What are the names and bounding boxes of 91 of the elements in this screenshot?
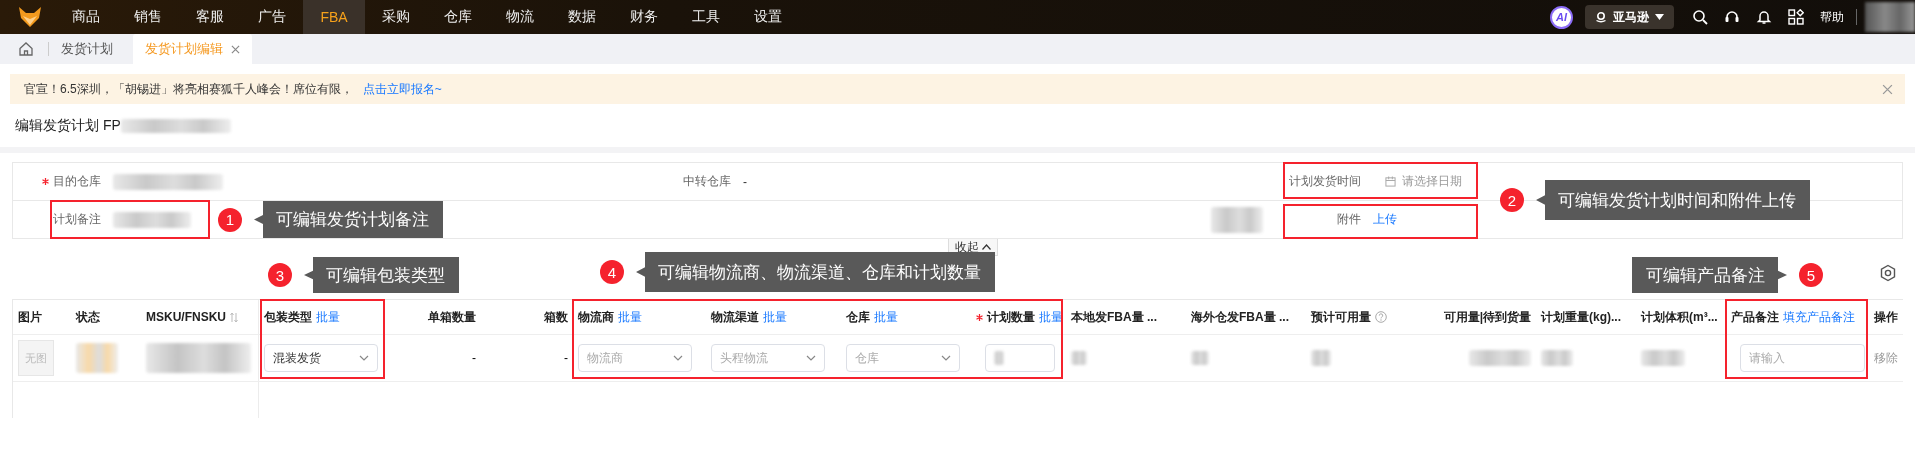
callout-tooltip: 可编辑发货计划时间和附件上传 <box>1536 180 1810 220</box>
upload-link[interactable]: 上传 <box>1373 211 1397 228</box>
quantity-field[interactable] <box>985 344 1055 372</box>
field-label: 目的仓库 <box>53 173 101 190</box>
field-label: 附件 <box>1337 211 1361 228</box>
page-tab[interactable]: 发货计划 <box>49 34 125 64</box>
blurred-value <box>1211 206 1263 233</box>
platform-selector[interactable]: 亚马逊 <box>1585 5 1674 29</box>
column-header: 箱数 <box>544 308 568 326</box>
caret-up-icon <box>981 244 991 250</box>
callout-tooltip: 可编辑发货计划备注 <box>254 201 443 238</box>
nav-menu-item[interactable]: 设置 <box>737 0 799 34</box>
note-input[interactable]: 请输入 <box>1740 344 1865 372</box>
step-number: 1 <box>218 207 242 232</box>
user-avatar[interactable] <box>1865 2 1915 32</box>
nav-menu-item[interactable]: 数据 <box>551 0 613 34</box>
nav-menu-item[interactable]: FBA <box>303 0 365 34</box>
column-header: 图片 <box>18 308 42 326</box>
table-cell: - <box>472 351 476 365</box>
blurred-value <box>1541 350 1573 366</box>
chevron-down-icon <box>673 355 683 361</box>
step-number: 3 <box>268 263 292 287</box>
batch-link[interactable]: 批量 <box>1039 308 1063 326</box>
nav-menu-item[interactable]: 客服 <box>179 0 241 34</box>
nav-menu-item[interactable]: 销售 <box>117 0 179 34</box>
batch-link[interactable]: 填充产品备注 <box>1783 308 1855 326</box>
nav-menu-item[interactable]: 物流 <box>489 0 551 34</box>
chevron-down-icon <box>359 355 369 361</box>
blurred-value <box>1311 350 1331 366</box>
field-label: 中转仓库 <box>683 173 731 190</box>
column-header: 仓库 <box>846 308 870 326</box>
help-link[interactable]: 帮助 <box>1820 8 1844 26</box>
step-number: 2 <box>1500 188 1524 212</box>
settings-icon[interactable] <box>1879 264 1897 282</box>
apps-grid-icon[interactable] <box>1788 9 1804 25</box>
close-icon[interactable] <box>1882 83 1893 95</box>
column-header: 物流渠道 <box>711 308 759 326</box>
column-header: MSKU/FNSKU <box>146 310 226 324</box>
column-header: 产品备注 <box>1731 308 1779 326</box>
column-header: 计划重量(kg)... <box>1541 308 1621 326</box>
blurred-value <box>994 351 1004 365</box>
column-header: 海外仓发FBA量 ... <box>1191 308 1289 326</box>
blurred-value <box>1641 350 1685 366</box>
column-header: 计划体积(m³... <box>1641 308 1718 326</box>
batch-link[interactable]: 批量 <box>874 308 898 326</box>
nav-menu-item[interactable]: 工具 <box>675 0 737 34</box>
step-number: 4 <box>600 260 624 284</box>
callout-tooltip: 可编辑包装类型 <box>304 257 459 293</box>
select-field[interactable]: 混装发货 <box>264 344 378 372</box>
column-header: 状态 <box>76 308 100 326</box>
column-header: 包装类型 <box>264 308 312 326</box>
column-header: 预计可用量 <box>1311 308 1371 326</box>
batch-link[interactable]: 批量 <box>316 308 340 326</box>
field-value: - <box>743 174 747 189</box>
batch-link[interactable]: 批量 <box>763 308 787 326</box>
table-cell: - <box>564 351 568 365</box>
caret-down-icon <box>1655 14 1664 20</box>
announcement-text: 官宣！6.5深圳，「胡锡进」将亮相赛狐千人峰会！席位有限， <box>24 80 353 98</box>
page-title: 编辑发货计划 FP <box>15 116 121 135</box>
field-label: 计划发货时间 <box>1289 173 1361 190</box>
column-header: 单箱数量 <box>428 308 476 326</box>
batch-link[interactable]: 批量 <box>618 308 642 326</box>
nav-menu-item[interactable]: 广告 <box>241 0 303 34</box>
home-icon[interactable] <box>18 41 34 57</box>
blurred-value <box>1071 351 1087 365</box>
fox-logo-icon[interactable] <box>18 6 42 28</box>
column-header: 物流商 <box>578 308 614 326</box>
blurred-value <box>1469 350 1531 366</box>
nav-menu-item[interactable]: 商品 <box>55 0 117 34</box>
chevron-down-icon <box>806 355 816 361</box>
search-icon[interactable] <box>1692 9 1708 25</box>
chevron-down-icon <box>941 355 951 361</box>
blurred-value <box>1191 351 1209 365</box>
headset-icon[interactable] <box>1724 9 1740 25</box>
column-header: 可用量|待到货量 <box>1443 308 1531 326</box>
field-label: 计划备注 <box>53 211 101 228</box>
step-number: 5 <box>1799 263 1823 287</box>
ai-badge[interactable]: AI <box>1550 5 1573 29</box>
callout-tooltip: 可编辑产品备注 <box>1632 257 1787 293</box>
nav-menu-item[interactable]: 仓库 <box>427 0 489 34</box>
signup-link[interactable]: 点击立即报名~ <box>362 80 442 98</box>
nav-menu-item[interactable]: 采购 <box>365 0 427 34</box>
blurred-value <box>76 343 118 373</box>
bell-icon[interactable] <box>1756 9 1772 25</box>
calendar-icon <box>1385 176 1396 187</box>
nav-menu-item[interactable]: 财务 <box>613 0 675 34</box>
callout-tooltip: 可编辑物流商、物流渠道、仓库和计划数量 <box>636 252 995 292</box>
column-header: 操作 <box>1874 308 1898 326</box>
close-icon[interactable] <box>231 44 240 54</box>
column-header: 计划数量 <box>987 308 1035 326</box>
column-header: 本地发FBA量 ... <box>1071 308 1157 326</box>
